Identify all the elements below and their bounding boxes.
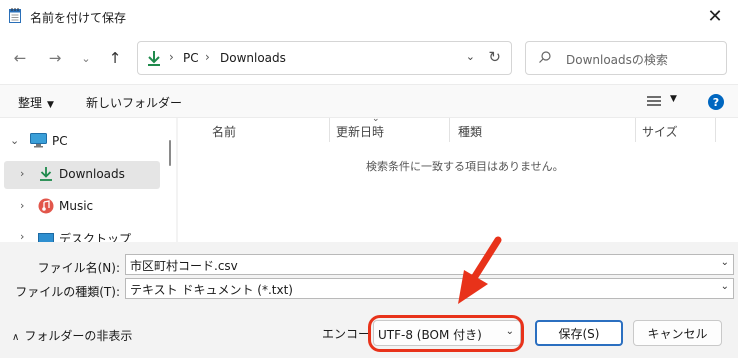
sidebar-item-music[interactable]: › Music [4,193,160,221]
up-button[interactable]: ↑ [105,48,125,68]
back-arrow-icon: ← [13,49,27,67]
sidebar-item-label: Music [59,199,94,213]
music-icon [38,198,54,214]
title-bar: 名前を付けて保存 ✕ [0,0,738,34]
navigation-pane: ⌄ PC › Downloads › Music › デスクトップ [0,118,176,242]
up-arrow-icon: ↑ [108,49,122,67]
recent-locations-button[interactable]: ⌄ [76,48,96,68]
column-header-label: 名前 [212,125,237,139]
sidebar-item-label: Downloads [59,167,125,181]
save-form: ファイル名(N): 市区町村コード.csv ⌄ ファイルの種類(T): テキスト… [0,242,738,358]
filetype-label: ファイルの種類(T): [15,285,120,299]
search-box[interactable]: Downloadsの検索 [525,41,727,75]
close-button[interactable]: ✕ [692,0,738,32]
breadcrumb-separator: › [169,50,174,64]
column-header-label: 種類 [458,125,483,139]
chevron-up-icon: ∧ [12,332,20,343]
sidebar-item-desktop[interactable]: › デスクトップ [4,224,160,242]
cancel-button[interactable]: キャンセル [633,320,722,346]
sidebar-item-downloads[interactable]: › Downloads [4,161,160,189]
annotation-arrow-icon [458,236,502,304]
annotation-highlight-circle [368,315,524,352]
computer-icon [30,133,47,148]
chevron-right-icon[interactable]: › [20,230,24,242]
chevron-down-icon[interactable]: ⌄ [721,257,729,268]
view-caret-icon[interactable]: ▼ [670,94,677,104]
desktop-icon [38,233,54,242]
window-title: 名前を付けて保存 [30,11,127,25]
column-header-label: 更新日時 [336,125,385,139]
organize-label: 整理 [18,96,43,110]
close-icon: ✕ [707,5,723,27]
breadcrumb-separator: › [205,50,210,64]
hide-folders-label: フォルダーの非表示 [24,329,133,343]
chevron-down-icon: ⌄ [81,51,91,65]
back-button[interactable]: ← [10,48,30,68]
column-header-name[interactable]: 名前 [178,118,330,142]
search-input[interactable]: Downloadsの検索 [566,51,668,68]
sidebar-scrollbar[interactable] [169,140,171,166]
filename-label: ファイル名(N): [37,261,120,275]
refresh-icon[interactable]: ↻ [488,48,501,66]
save-button[interactable]: 保存(S) [535,320,623,346]
sidebar-item-label: PC [52,134,68,148]
new-folder-button[interactable]: 新しいフォルダー [86,94,182,111]
hide-folders-button[interactable]: ∧ フォルダーの非表示 [12,327,132,344]
help-icon[interactable]: ? [708,94,724,110]
navigation-bar: ← → ⌄ ↑ › PC › Downloads ⌄ ↻ Downloadsの検… [0,34,738,84]
notepad-icon [9,8,21,23]
column-header-size[interactable]: サイズ [636,118,716,142]
filetype-value: テキスト ドキュメント (*.txt) [130,283,293,297]
chevron-right-icon[interactable]: › [20,199,24,212]
empty-message: 検索条件に一致する項目はありません。 [366,160,564,173]
caret-down-icon: ▼ [47,100,54,110]
filename-value: 市区町村コード.csv [130,259,238,273]
breadcrumb-pc[interactable]: PC [183,51,199,65]
search-icon [539,51,551,63]
column-header-modified[interactable]: 更新日時 [330,118,450,142]
chevron-right-icon[interactable]: › [20,167,24,180]
forward-arrow-icon: → [48,49,62,67]
address-dropdown-icon[interactable]: ⌄ [466,50,475,63]
download-icon [148,51,160,66]
command-bar: 整理 ▼ 新しいフォルダー ▼ ? [0,84,738,118]
address-bar[interactable]: › PC › Downloads ⌄ ↻ [137,41,512,75]
column-header-label: サイズ [642,125,678,139]
chevron-down-icon[interactable]: ⌄ [721,281,729,292]
sidebar-item-label: デスクトップ [59,232,132,242]
sidebar-item-pc[interactable]: ⌄ PC [4,128,160,156]
breadcrumb-downloads[interactable]: Downloads [220,51,286,65]
download-icon [40,167,52,181]
sort-indicator-icon: ⌄ [372,114,380,124]
view-options-icon[interactable] [647,95,661,107]
organize-button[interactable]: 整理 ▼ [18,94,54,111]
file-list: 名前 更新日時 ⌄ 種類 サイズ 検索条件に一致する項目はありません。 [178,114,738,242]
column-header-type[interactable]: 種類 [450,118,636,142]
chevron-down-icon[interactable]: ⌄ [10,134,19,147]
forward-button[interactable]: → [45,48,65,68]
